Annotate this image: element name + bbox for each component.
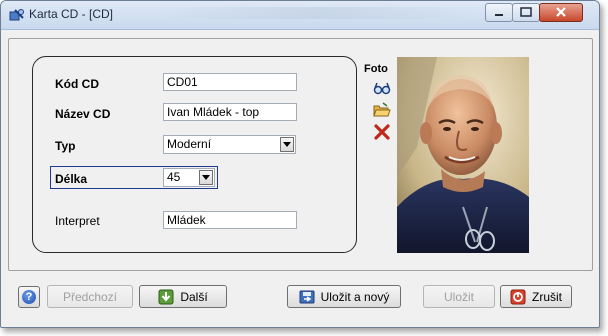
next-button-label: Další	[180, 289, 208, 304]
chevron-down-icon	[202, 175, 210, 180]
save-button[interactable]: Uložit	[423, 285, 495, 308]
typ-select-value: Moderní	[167, 137, 212, 151]
previous-button-label: Předchozí	[62, 289, 118, 304]
app-window: Karta CD - [CD] Kód CD CD01 Název CD Iva…	[0, 0, 600, 328]
typ-label: Typ	[55, 139, 76, 153]
nazev-cd-label: Název CD	[55, 107, 111, 121]
cancel-button[interactable]: Zrušit	[500, 285, 572, 308]
cancel-button-label: Zrušit	[532, 289, 562, 304]
maximize-icon	[520, 7, 532, 17]
chevron-down-icon	[283, 142, 291, 147]
interpret-label: Interpret	[55, 214, 100, 228]
portrait-image	[397, 57, 529, 253]
help-button[interactable]: ?	[18, 286, 40, 308]
nazev-cd-input[interactable]: Ivan Mládek - top	[163, 103, 297, 121]
save-new-icon	[299, 290, 315, 303]
delka-select-value: 45	[167, 170, 181, 184]
help-icon: ?	[22, 290, 36, 304]
close-icon	[556, 7, 566, 17]
cancel-icon	[510, 289, 526, 304]
interpret-input[interactable]: Mládek	[163, 211, 297, 229]
previous-button[interactable]: Předchozí	[47, 285, 133, 308]
kod-cd-label: Kód CD	[55, 77, 99, 91]
typ-dropdown-button[interactable]	[280, 137, 294, 152]
close-window-button[interactable]	[539, 3, 583, 22]
blurred-menu-background	[151, 7, 481, 19]
delka-label: Délka	[55, 172, 88, 186]
save-and-new-button-label: Uložit a nový	[320, 289, 390, 304]
cd-app-icon	[9, 9, 24, 21]
window-title: Karta CD - [CD]	[29, 7, 114, 21]
delka-select[interactable]: 45	[163, 168, 215, 187]
delete-x-icon[interactable]	[373, 124, 391, 140]
open-folder-icon[interactable]	[373, 102, 391, 118]
kod-cd-input[interactable]: CD01	[163, 73, 297, 91]
typ-select[interactable]: Moderní	[163, 135, 296, 154]
foto-label: Foto	[364, 63, 388, 75]
save-button-label: Uložit	[443, 289, 474, 304]
minimize-button[interactable]	[485, 3, 513, 22]
save-and-new-button[interactable]: Uložit a nový	[287, 285, 401, 308]
minimize-icon	[495, 14, 503, 16]
view-glasses-icon[interactable]	[373, 80, 391, 96]
next-button[interactable]: Další	[139, 285, 227, 308]
arrow-down-icon	[158, 289, 174, 304]
cd-photo	[397, 57, 529, 253]
maximize-button[interactable]	[512, 3, 540, 22]
delka-dropdown-button[interactable]	[199, 170, 213, 185]
title-bar[interactable]: Karta CD - [CD]	[1, 1, 599, 30]
